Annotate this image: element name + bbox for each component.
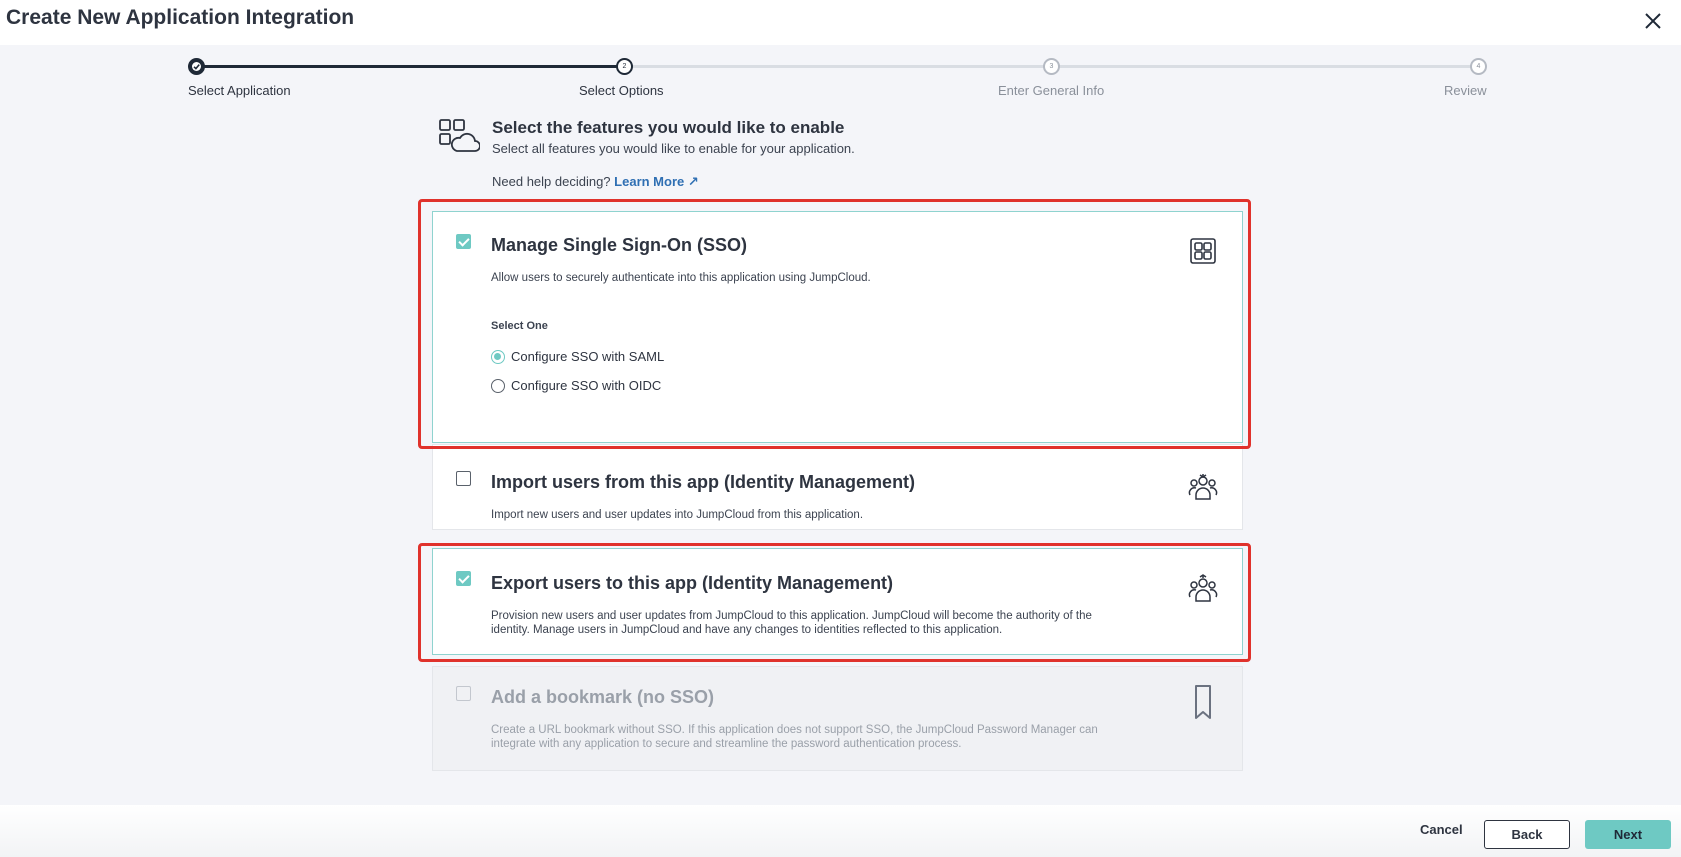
page-title: Create New Application Integration [6, 6, 355, 29]
step-1-check-icon [188, 58, 205, 75]
help-text: Need help deciding? Learn More ↗ [492, 174, 699, 190]
sso-checkbox[interactable] [456, 234, 471, 249]
import-card[interactable]: Import users from this app (Identity Man… [432, 444, 1243, 530]
export-checkbox[interactable] [456, 571, 471, 586]
radio-oidc-label: Configure SSO with OIDC [511, 378, 662, 393]
radio-oidc[interactable]: Configure SSO with OIDC [491, 378, 661, 394]
radio-saml[interactable]: Configure SSO with SAML [491, 349, 664, 365]
cancel-button[interactable]: Cancel [1420, 822, 1463, 837]
radio-saml-button[interactable] [491, 349, 505, 364]
sso-grid-icon [1188, 236, 1218, 266]
learn-more-label: Learn More [614, 174, 685, 189]
step-2-label: Select Options [579, 83, 664, 98]
modal-header: Create New Application Integration [0, 0, 1681, 45]
step-3-number: 3 [1043, 58, 1060, 75]
select-one-label: Select One [491, 320, 548, 332]
help-label: Need help deciding? [492, 174, 611, 189]
step-line-complete [196, 65, 624, 68]
close-icon[interactable] [1642, 10, 1664, 32]
users-import-icon [1188, 473, 1218, 503]
bookmark-desc-line1: Create a URL bookmark without SSO. If th… [491, 724, 1098, 736]
sso-desc: Allow users to securely authenticate int… [491, 272, 871, 284]
step-3-label: Enter General Info [998, 83, 1105, 98]
step-4-label: Review [1444, 83, 1487, 98]
bookmark-title: Add a bookmark (no SSO) [491, 687, 715, 707]
import-desc: Import new users and user updates into J… [491, 509, 864, 521]
sso-title: Manage Single Sign-On (SSO) [491, 235, 748, 255]
features-subtitle: Select all features you would like to en… [492, 141, 855, 156]
features-title: Select the features you would like to en… [492, 118, 845, 137]
sso-card[interactable]: Manage Single Sign-On (SSO) Allow users … [432, 211, 1243, 443]
bookmark-desc-line2: integrate with any application to secure… [491, 738, 962, 750]
import-checkbox[interactable] [456, 471, 471, 486]
external-link-icon: ↗ [687, 174, 699, 189]
radio-oidc-button[interactable] [491, 378, 505, 393]
import-title: Import users from this app (Identity Man… [491, 472, 916, 492]
apps-cloud-icon [438, 118, 481, 154]
export-desc-line1: Provision new users and user updates fro… [491, 610, 1092, 622]
bookmark-icon [1188, 684, 1218, 719]
export-desc-line2: identity. Manage users in JumpCloud and … [491, 624, 1003, 636]
radio-saml-label: Configure SSO with SAML [511, 349, 665, 364]
back-button[interactable]: Back [1484, 820, 1570, 849]
next-button[interactable]: Next [1585, 820, 1671, 849]
users-export-icon [1188, 574, 1218, 604]
progress-stepper: 2 3 4 Select Application Select Options … [0, 55, 1681, 105]
step-4-number: 4 [1470, 58, 1487, 75]
bookmark-checkbox [456, 686, 471, 701]
learn-more-link[interactable]: Learn More ↗ [614, 174, 699, 189]
export-title: Export users to this app (Identity Manag… [491, 573, 894, 593]
step-2-number: 2 [616, 58, 633, 75]
bookmark-card: Add a bookmark (no SSO) Create a URL boo… [432, 666, 1243, 771]
export-card[interactable]: Export users to this app (Identity Manag… [432, 548, 1243, 655]
step-1-label: Select Application [188, 83, 291, 98]
